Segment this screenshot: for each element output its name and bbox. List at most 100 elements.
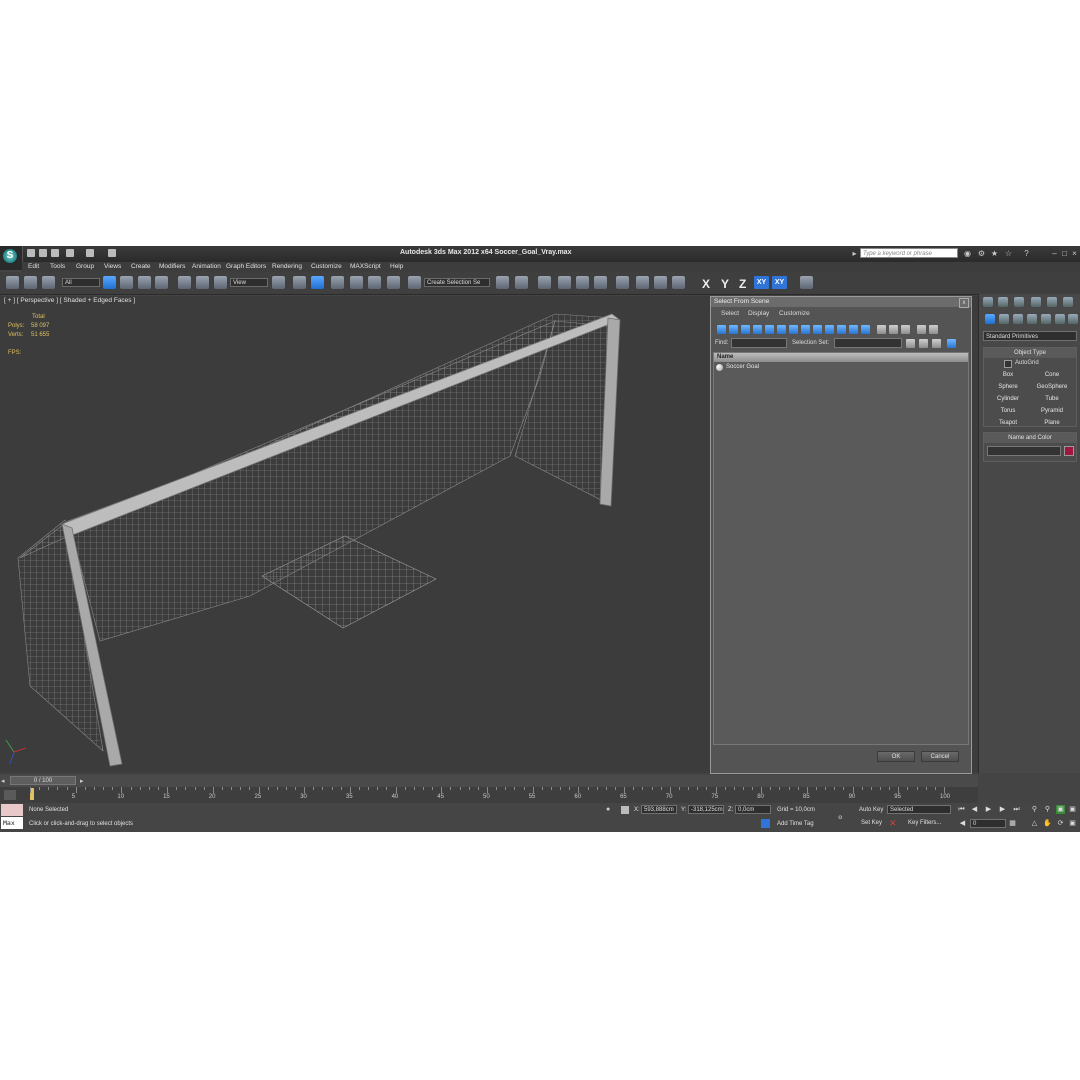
geometry-category-icon[interactable]: [985, 314, 995, 324]
display-all-icon[interactable]: [861, 325, 870, 334]
object-name-input[interactable]: [987, 446, 1061, 456]
dialog-menu-display[interactable]: Display: [748, 310, 769, 317]
graphite-ribbon-icon[interactable]: [558, 276, 571, 289]
list-item[interactable]: Soccer Goal: [714, 363, 968, 372]
maximize-viewport-icon[interactable]: ▣: [1068, 819, 1077, 828]
previous-frame-icon[interactable]: ◀: [970, 805, 979, 814]
display-lights-icon[interactable]: [741, 325, 750, 334]
project-folder-icon[interactable]: [108, 249, 116, 257]
y-coordinate-field[interactable]: -318,125cm: [688, 805, 724, 814]
key-icon[interactable]: ⚬: [836, 813, 844, 824]
dialog-menu-select[interactable]: Select: [721, 310, 739, 317]
shapes-category-icon[interactable]: [999, 314, 1009, 324]
percent-snap-icon[interactable]: [368, 276, 381, 289]
zoom-extents-all-icon[interactable]: ▣: [1068, 805, 1077, 814]
go-to-start-icon[interactable]: ⏮: [957, 805, 966, 814]
layer-manager-icon[interactable]: [538, 276, 551, 289]
time-configuration-icon[interactable]: ▦: [1008, 819, 1017, 828]
named-selection-set-dropdown[interactable]: Create Selection Se: [424, 278, 490, 287]
communication-icon[interactable]: ★: [990, 249, 999, 258]
select-object-icon[interactable]: [103, 276, 116, 289]
z-coordinate-field[interactable]: 0,0cm: [735, 805, 771, 814]
selection-lock-icon[interactable]: ●: [606, 806, 610, 813]
minimize-icon[interactable]: –: [1050, 249, 1059, 258]
open-file-icon[interactable]: [39, 249, 47, 257]
subscription-icon[interactable]: ⚙: [977, 249, 986, 258]
help-icon[interactable]: ?: [1022, 249, 1031, 258]
angle-snap-icon[interactable]: [350, 276, 363, 289]
bind-space-warp-icon[interactable]: [42, 276, 55, 289]
favorites-icon[interactable]: ☆: [1004, 249, 1013, 258]
pan-icon[interactable]: ✋: [1043, 819, 1052, 828]
display-none-icon[interactable]: [877, 325, 886, 334]
x-coordinate-field[interactable]: 593,888cm: [641, 805, 677, 814]
render-setup-icon[interactable]: [636, 276, 649, 289]
display-groups-icon[interactable]: [789, 325, 798, 334]
dialog-menu-customize[interactable]: Customize: [779, 310, 810, 317]
menu-animation[interactable]: Animation: [192, 263, 221, 270]
edit-named-selection-icon[interactable]: [408, 276, 421, 289]
geosphere-button[interactable]: GeoSphere: [1032, 382, 1072, 392]
maxscript-listener-mini[interactable]: [1, 804, 23, 816]
key-mode-toggle-icon[interactable]: ◀: [958, 819, 967, 828]
axis-xy-cycle-button[interactable]: XY: [772, 276, 787, 289]
select-rotate-icon[interactable]: [196, 276, 209, 289]
redo-icon[interactable]: [86, 249, 94, 257]
menu-views[interactable]: Views: [104, 263, 121, 270]
menu-modifiers[interactable]: Modifiers: [159, 263, 185, 270]
time-tag-icon[interactable]: [761, 819, 770, 828]
track-bar[interactable]: 5 10 15 20 25 30 35 40 45 50 55 60 65 70 75 80 85 90 95 100: [0, 787, 978, 803]
app-menu-button[interactable]: S: [0, 246, 23, 270]
menu-help[interactable]: Help: [390, 263, 403, 270]
time-next-arrow-icon[interactable]: ▸: [80, 777, 84, 785]
object-color-swatch[interactable]: [1064, 446, 1074, 456]
select-scale-icon[interactable]: [214, 276, 227, 289]
find-input[interactable]: [731, 338, 787, 348]
cone-button[interactable]: Cone: [1032, 370, 1072, 380]
display-helpers-icon[interactable]: [765, 325, 774, 334]
modify-tab-icon[interactable]: [998, 297, 1008, 307]
pivot-center-icon[interactable]: [272, 276, 285, 289]
cameras-category-icon[interactable]: [1027, 314, 1037, 324]
spinner-snap-icon[interactable]: [387, 276, 400, 289]
display-shapes-icon[interactable]: [729, 325, 738, 334]
menu-edit[interactable]: Edit: [28, 263, 39, 270]
display-space-warps-icon[interactable]: [777, 325, 786, 334]
scene-object-list[interactable]: Name Soccer Goal: [713, 352, 969, 745]
go-to-end-icon[interactable]: ⏭: [1012, 805, 1021, 814]
next-frame-icon[interactable]: ▶: [998, 805, 1007, 814]
orbit-icon[interactable]: ⟳: [1056, 819, 1065, 828]
list-column-name[interactable]: Name: [714, 353, 968, 362]
reference-coordinate-dropdown[interactable]: View: [230, 278, 268, 287]
selection-set-dropdown[interactable]: [834, 338, 902, 348]
object-type-title[interactable]: Object Type: [984, 348, 1076, 358]
lights-category-icon[interactable]: [1013, 314, 1023, 324]
name-and-color-title[interactable]: Name and Color: [984, 433, 1076, 443]
selection-filter-dropdown[interactable]: All: [62, 278, 100, 287]
utilities-tab-icon[interactable]: [1063, 297, 1073, 307]
zoom-icon[interactable]: ⚲: [1030, 805, 1039, 814]
curve-editor-icon[interactable]: [576, 276, 589, 289]
display-cameras-icon[interactable]: [753, 325, 762, 334]
zoom-all-icon[interactable]: ⚲: [1043, 805, 1052, 814]
display-hidden-icon[interactable]: [849, 325, 858, 334]
material-editor-icon[interactable]: [616, 276, 629, 289]
plane-button[interactable]: Plane: [1032, 418, 1072, 428]
display-containers-icon[interactable]: [825, 325, 834, 334]
maxscript-input[interactable]: Max: [1, 817, 23, 829]
menu-group[interactable]: Group: [76, 263, 94, 270]
search-arrow-icon[interactable]: ▸: [850, 249, 859, 258]
link-icon[interactable]: [6, 276, 19, 289]
render-teapot-icon[interactable]: [672, 276, 685, 289]
vray-icon[interactable]: [800, 276, 813, 289]
time-slider-thumb[interactable]: 0 / 100: [10, 776, 76, 785]
restore-icon[interactable]: □: [1060, 249, 1069, 258]
ok-button[interactable]: OK: [877, 751, 915, 762]
filter-icon[interactable]: [917, 325, 926, 334]
torus-button[interactable]: Torus: [988, 406, 1028, 416]
close-icon[interactable]: ×: [1070, 249, 1079, 258]
cylinder-button[interactable]: Cylinder: [988, 394, 1028, 404]
selection-set-remove-icon[interactable]: [919, 339, 928, 348]
primitive-type-dropdown[interactable]: Standard Primitives: [983, 331, 1077, 341]
invert-display-icon[interactable]: [889, 325, 898, 334]
